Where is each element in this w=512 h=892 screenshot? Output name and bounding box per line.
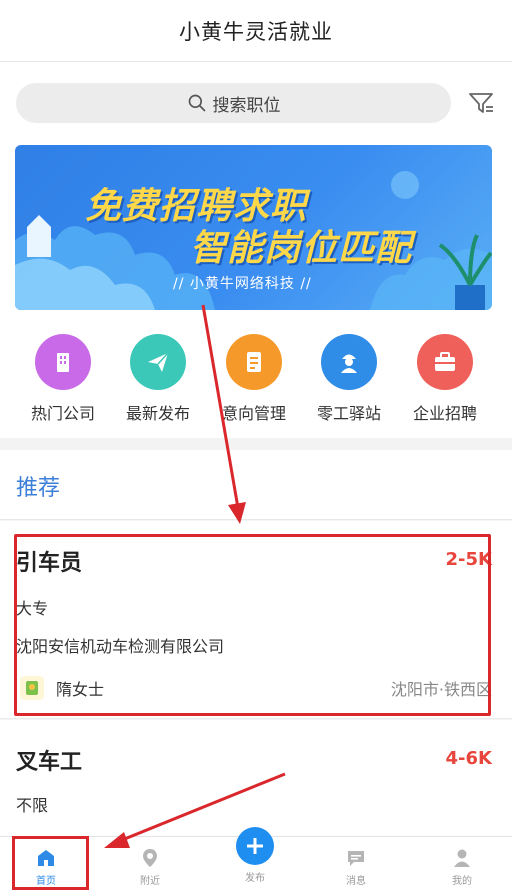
tab-label: 我的: [452, 876, 472, 887]
location-pin-icon: [143, 849, 157, 867]
section-title[interactable]: 推荐: [16, 470, 60, 502]
banner-subtitle: // 小黄牛网络科技 //: [173, 276, 312, 292]
job-card[interactable]: 叉车工 4-6K 不限: [0, 720, 512, 840]
quick-link-latest[interactable]: 最新发布: [110, 334, 206, 424]
tab-label: 发布: [245, 873, 265, 884]
document-icon: [226, 334, 282, 390]
quick-links: 热门公司 最新发布 意向管理 零工驿站 企业招聘: [0, 312, 512, 438]
home-icon: [38, 850, 54, 866]
quick-link-label: 热门公司: [30, 404, 95, 423]
section-divider: [0, 438, 512, 450]
tab-label: 首页: [36, 876, 56, 887]
tab-label: 附近: [140, 876, 160, 887]
filter-icon[interactable]: [467, 89, 495, 117]
quick-link-label: 意向管理: [221, 404, 286, 423]
avatar: [20, 676, 44, 700]
banner-headline-2: 智能岗位匹配: [190, 228, 413, 269]
search-icon: [188, 94, 205, 112]
tab-label: 消息: [346, 876, 366, 887]
job-education: 不限: [16, 796, 49, 815]
tab-messages[interactable]: 消息: [306, 837, 406, 892]
search-placeholder: 搜索职位: [212, 95, 281, 116]
quick-link-label: 最新发布: [125, 404, 190, 423]
job-title: 叉车工: [16, 750, 83, 775]
quick-link-enterprise[interactable]: 企业招聘: [397, 334, 493, 424]
message-icon: [348, 851, 364, 866]
paper-plane-icon: [130, 334, 186, 390]
tab-mine[interactable]: 我的: [412, 837, 512, 892]
building-icon: [35, 334, 91, 390]
search-bar-row: 搜索职位: [0, 62, 512, 142]
job-company: 沈阳安信机动车检测有限公司: [16, 637, 225, 656]
quick-link-label: 零工驿站: [316, 404, 381, 423]
tab-home[interactable]: 首页: [0, 837, 92, 892]
briefcase-icon: [417, 334, 473, 390]
job-location: 沈阳市·铁西区: [390, 680, 492, 699]
job-card[interactable]: 引车员 2-5K 大专 沈阳安信机动车检测有限公司 隋女士 沈阳市·铁西区: [0, 521, 512, 719]
publish-button[interactable]: [236, 827, 274, 865]
app-header: 小黄牛灵活就业: [0, 0, 512, 62]
job-title: 引车员: [16, 551, 83, 576]
page-title: 小黄牛灵活就业: [179, 19, 333, 44]
quick-link-hot-companies[interactable]: 热门公司: [15, 334, 111, 424]
job-salary: 4-6K: [445, 748, 492, 769]
user-icon: [454, 849, 470, 867]
quick-link-gig-station[interactable]: 零工驿站: [301, 334, 397, 424]
search-input[interactable]: 搜索职位: [16, 83, 451, 123]
plus-icon: [247, 838, 263, 854]
quick-link-intention[interactable]: 意向管理: [206, 334, 302, 424]
promo-banner[interactable]: 免费招聘求职 智能岗位匹配 // 小黄牛网络科技 //: [15, 145, 492, 310]
job-education: 大专: [16, 599, 49, 618]
worker-icon: [321, 334, 377, 390]
job-contact: 隋女士: [56, 680, 105, 699]
recommend-section: 推荐: [0, 450, 512, 520]
banner-section: 免费招聘求职 智能岗位匹配 // 小黄牛网络科技 //: [0, 142, 512, 312]
job-salary: 2-5K: [445, 549, 492, 570]
tab-nearby[interactable]: 附近: [100, 837, 200, 892]
quick-link-label: 企业招聘: [412, 404, 477, 423]
